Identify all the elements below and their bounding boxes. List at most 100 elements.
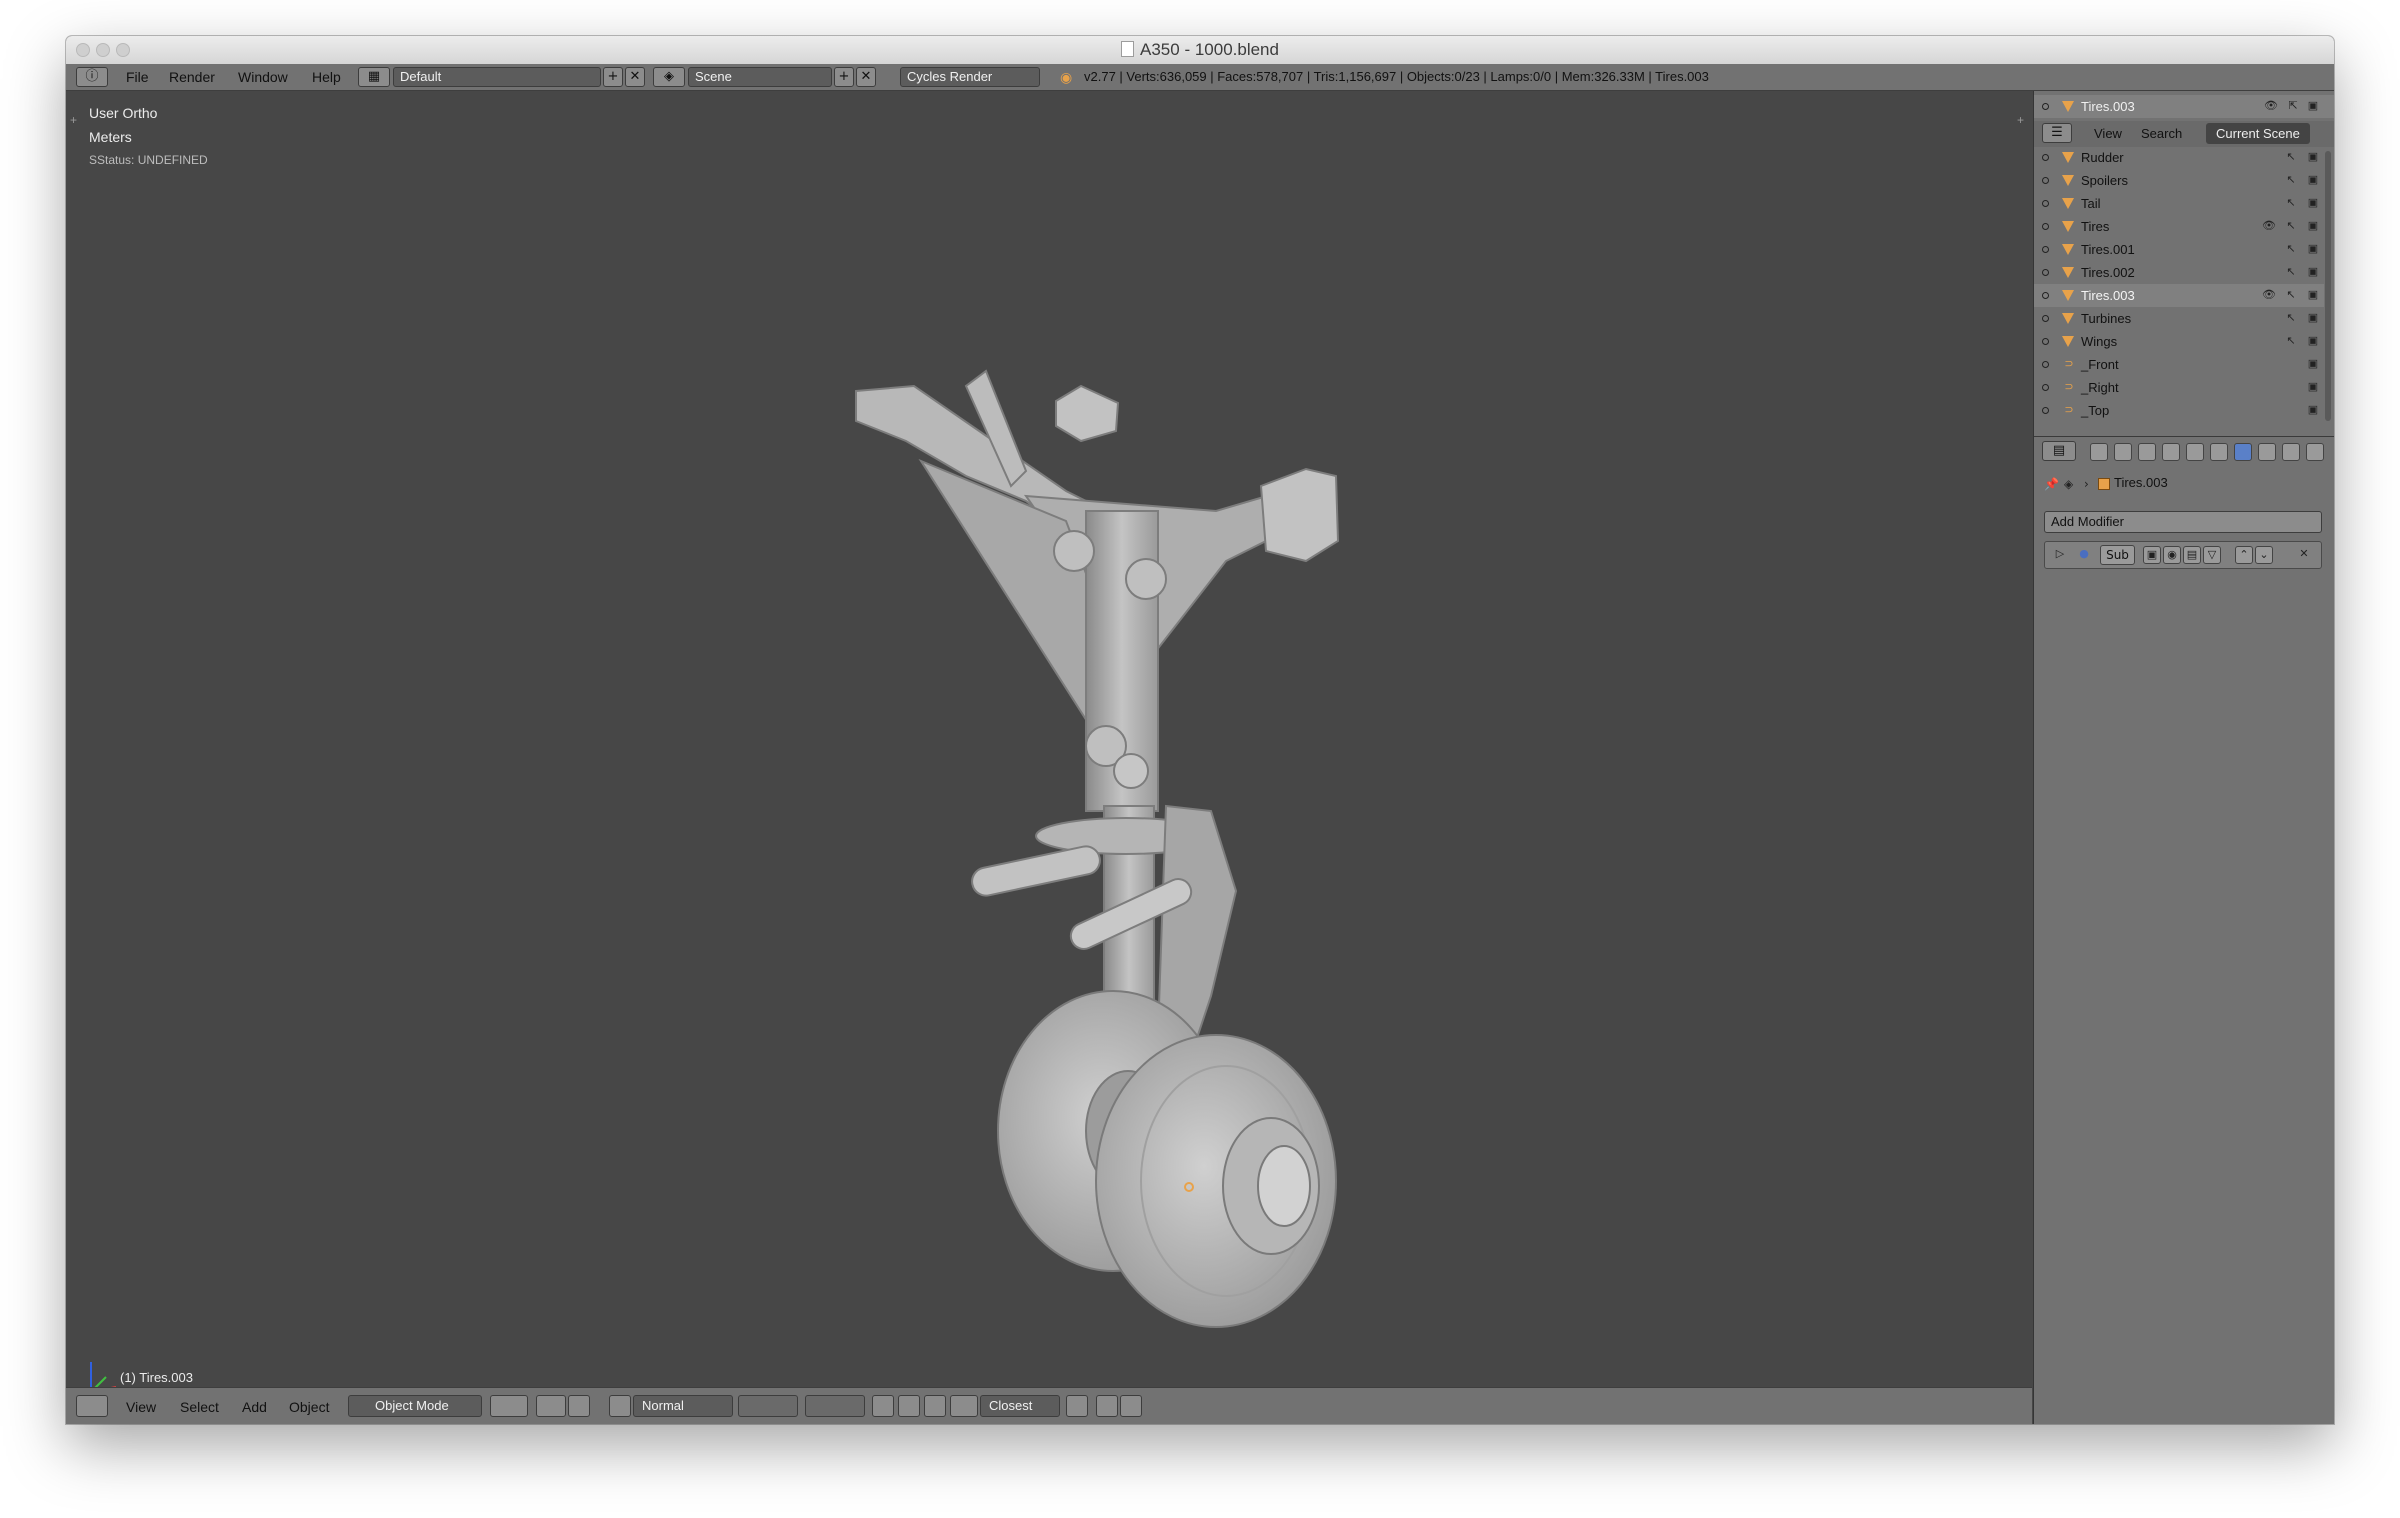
render-still-button[interactable] <box>1096 1395 1118 1417</box>
cursor-icon[interactable]: ↖ <box>2284 219 2298 233</box>
editor-type-3d-button[interactable] <box>76 1395 108 1417</box>
outliner-item[interactable]: Tires 👁 ↖ ▣ <box>2034 215 2324 238</box>
scene-tab-icon[interactable] <box>2138 443 2156 461</box>
editor-type-info-button[interactable]: ⓘ <box>76 67 108 87</box>
outliner-display-mode[interactable]: Current Scene <box>2206 123 2310 144</box>
properties-editor-type[interactable]: ▤ <box>2042 441 2076 461</box>
remove-modifier-icon[interactable]: ✕ <box>2295 546 2313 564</box>
restrict-render-icon[interactable]: ▣ <box>2306 99 2320 113</box>
camera-icon[interactable]: ▣ <box>2306 196 2320 210</box>
screen-layout-field[interactable]: Default <box>393 67 601 87</box>
world-tab-icon[interactable] <box>2162 443 2180 461</box>
landing-gear-model[interactable] <box>66 91 2032 1387</box>
modifier-name-field[interactable]: Sub <box>2100 545 2135 565</box>
cursor-icon[interactable]: ↖ <box>2284 150 2298 164</box>
remove-scene-button[interactable]: ✕ <box>856 67 876 87</box>
render-engine-select[interactable]: Cycles Render <box>900 67 1040 87</box>
data-tab-icon[interactable] <box>2258 443 2276 461</box>
outliner-item[interactable]: Tail ↖ ▣ <box>2034 192 2324 215</box>
outliner-editor-type[interactable]: ☰ <box>2042 123 2072 143</box>
outliner-header-row[interactable]: Tires.003 👁 ⇱ ▣ <box>2034 95 2334 118</box>
snap-target-select[interactable]: Closest <box>980 1395 1060 1417</box>
menu-add[interactable]: Add <box>242 1399 267 1415</box>
outliner-item[interactable]: ⊃ _Right ▣ <box>2034 376 2324 399</box>
texture-tab-icon[interactable] <box>2306 443 2324 461</box>
outliner-item[interactable]: Tires.001 ↖ ▣ <box>2034 238 2324 261</box>
viewport-shading-button[interactable] <box>490 1395 528 1417</box>
layers-grid-1[interactable] <box>738 1395 798 1417</box>
add-modifier-select[interactable]: Add Modifier <box>2044 511 2322 533</box>
3d-viewport[interactable]: User Ortho Meters SStatus: UNDEFINED + + <box>66 91 2032 1393</box>
proportional-edit-button[interactable] <box>898 1395 920 1417</box>
scene-field[interactable]: Scene <box>688 67 832 87</box>
camera-icon[interactable]: ▣ <box>2306 219 2320 233</box>
object-tab-icon[interactable] <box>2186 443 2204 461</box>
menu-help[interactable]: Help <box>312 69 341 85</box>
menu-view[interactable]: View <box>126 1399 156 1415</box>
eye-icon[interactable]: 👁 <box>2264 99 2278 113</box>
transform-orientation-icon[interactable] <box>609 1395 631 1417</box>
material-tab-icon[interactable] <box>2282 443 2300 461</box>
render-layers-tab-icon[interactable] <box>2114 443 2132 461</box>
collapse-arrow-icon[interactable]: ▷ <box>2051 546 2069 564</box>
restrict-select-icon[interactable]: ⇱ <box>2286 99 2300 113</box>
menu-select[interactable]: Select <box>180 1399 219 1415</box>
camera-icon[interactable]: ▣ <box>2306 334 2320 348</box>
editmode-toggle-icon[interactable]: ▤ <box>2183 546 2201 564</box>
snap-align-button[interactable] <box>1066 1395 1088 1417</box>
outliner-scrollbar[interactable] <box>2325 151 2331 421</box>
render-anim-button[interactable] <box>1120 1395 1142 1417</box>
render-toggle-icon[interactable]: ▣ <box>2143 546 2161 564</box>
outliner-item[interactable]: ⊃ _Top ▣ <box>2034 399 2324 422</box>
mode-select[interactable]: Object Mode <box>348 1395 482 1417</box>
menu-object[interactable]: Object <box>289 1399 329 1415</box>
camera-icon[interactable]: ▣ <box>2306 357 2320 371</box>
outliner-tab-search[interactable]: Search <box>2141 126 2182 141</box>
outliner-item[interactable]: Rudder ↖ ▣ <box>2034 146 2324 169</box>
viewport-toggle-icon[interactable]: ◉ <box>2163 546 2181 564</box>
camera-icon[interactable]: ▣ <box>2306 173 2320 187</box>
outliner-item[interactable]: Wings ↖ ▣ <box>2034 330 2324 353</box>
eye-icon[interactable]: 👁 <box>2262 288 2276 302</box>
camera-icon[interactable]: ▣ <box>2306 288 2320 302</box>
move-up-icon[interactable]: ⌃ <box>2235 546 2253 564</box>
camera-icon[interactable]: ▣ <box>2306 150 2320 164</box>
menu-file[interactable]: File <box>126 69 149 85</box>
pivot-point-button[interactable] <box>536 1395 566 1417</box>
add-layout-button[interactable]: + <box>603 67 623 87</box>
camera-icon[interactable]: ▣ <box>2306 265 2320 279</box>
eye-icon[interactable]: 👁 <box>2262 219 2276 233</box>
cursor-icon[interactable]: ↖ <box>2284 173 2298 187</box>
snap-toggle[interactable] <box>924 1395 946 1417</box>
snap-element-button[interactable] <box>950 1395 978 1417</box>
screen-layout-icon[interactable]: ▦ <box>358 67 390 87</box>
camera-icon[interactable]: ▣ <box>2306 311 2320 325</box>
move-down-icon[interactable]: ⌄ <box>2255 546 2273 564</box>
manipulator-toggle[interactable] <box>568 1395 590 1417</box>
cursor-icon[interactable]: ↖ <box>2284 288 2298 302</box>
camera-icon[interactable]: ▣ <box>2306 380 2320 394</box>
outliner-item[interactable]: ⊃ _Front ▣ <box>2034 353 2324 376</box>
orientation-select[interactable]: Normal <box>633 1395 733 1417</box>
camera-icon[interactable]: ▣ <box>2306 242 2320 256</box>
scene-icon[interactable]: ◈ <box>653 67 685 87</box>
constraints-tab-icon[interactable] <box>2210 443 2228 461</box>
add-scene-button[interactable]: + <box>834 67 854 87</box>
cage-toggle-icon[interactable]: ▽ <box>2203 546 2221 564</box>
outliner-tab-view[interactable]: View <box>2094 126 2122 141</box>
camera-icon[interactable]: ▣ <box>2306 403 2320 417</box>
outliner-item[interactable]: Spoilers ↖ ▣ <box>2034 169 2324 192</box>
cursor-icon[interactable]: ↖ <box>2284 334 2298 348</box>
cursor-icon[interactable]: ↖ <box>2284 196 2298 210</box>
remove-layout-button[interactable]: ✕ <box>625 67 645 87</box>
outliner-item-selected[interactable]: Tires.003 👁 ↖ ▣ <box>2034 284 2324 307</box>
cursor-icon[interactable]: ↖ <box>2284 311 2298 325</box>
render-tab-icon[interactable] <box>2090 443 2108 461</box>
lock-layers-button[interactable] <box>872 1395 894 1417</box>
outliner-item[interactable]: Turbines ↖ ▣ <box>2034 307 2324 330</box>
cursor-icon[interactable]: ↖ <box>2284 265 2298 279</box>
layers-grid-2[interactable] <box>805 1395 865 1417</box>
cursor-icon[interactable]: ↖ <box>2284 242 2298 256</box>
modifiers-tab-icon[interactable] <box>2234 443 2252 461</box>
menu-render[interactable]: Render <box>169 69 215 85</box>
